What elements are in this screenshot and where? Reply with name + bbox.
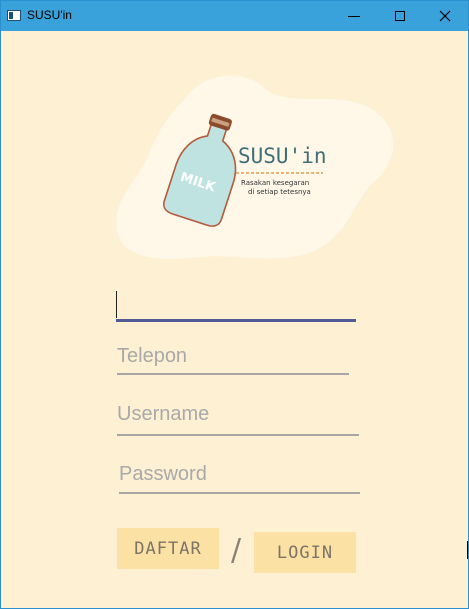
login-button[interactable]: LOGIN [254,532,356,573]
logo-tagline-line2: di setiap tetesnya [248,188,311,196]
username-field[interactable] [117,403,359,436]
logo-brand-text: SUSU'in [238,144,327,168]
logo-tagline-line1: Rasakan kesegaran [241,179,309,187]
close-icon [439,10,451,22]
minimize-button[interactable] [331,1,377,31]
window-title: SUSU'in [27,8,72,22]
close-button[interactable] [422,1,468,31]
maximize-button[interactable] [377,1,423,31]
username-input[interactable] [117,403,359,426]
maximize-icon [395,11,405,21]
password-input[interactable] [119,463,360,486]
text-cursor [116,291,117,318]
name-input[interactable] [116,289,356,319]
telepon-input[interactable] [117,345,349,368]
password-field[interactable] [119,463,360,494]
separator-slash: / [231,533,242,565]
password-field-underline [119,492,360,494]
name-field-underline [116,319,356,322]
app-window: SUSU'in MILK SUSU'in Rasakan kesegaran d… [0,0,469,609]
daftar-button[interactable]: DAFTAR [117,528,219,569]
username-field-underline [117,434,359,436]
title-bar: SUSU'in [1,1,468,31]
svg-text:/: / [231,533,242,565]
minimize-icon [348,16,360,17]
telepon-field-underline [117,373,349,375]
app-icon [7,10,21,21]
brand-logo: MILK SUSU'in Rasakan kesegaran di setiap… [116,75,394,259]
name-field[interactable] [116,289,356,322]
telepon-field[interactable] [117,345,349,375]
